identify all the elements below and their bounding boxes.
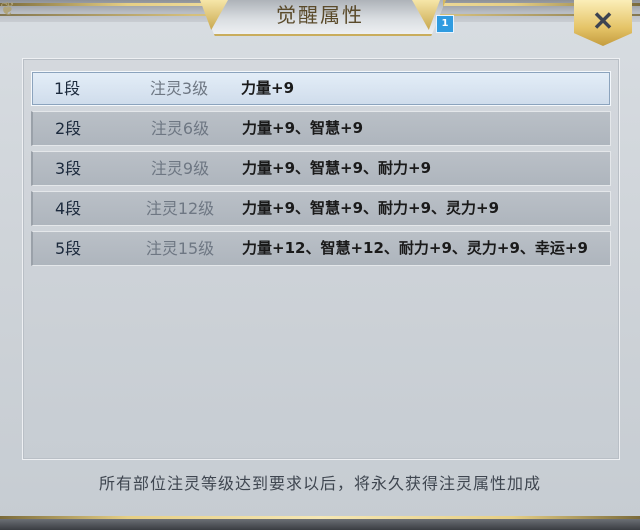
attribute-bonus: 力量+9、智慧+9 xyxy=(242,119,364,137)
infuse-level: 注灵3级 xyxy=(149,79,209,98)
stage-label: 4段 xyxy=(55,199,82,218)
awakening-attributes-window: ❦ 觉醒属性 1 ✕ 1段 注灵3级 力量+9 2段 注灵6级 力量+9、智慧+… xyxy=(0,0,640,530)
stage-label: 5段 xyxy=(55,239,82,258)
attribute-bonus: 力量+9 xyxy=(241,79,295,97)
swirl-ornament-icon: ❦ xyxy=(0,0,16,20)
table-row-stage-2[interactable]: 2段 注灵6级 力量+9、智慧+9 xyxy=(31,111,611,146)
stage-label: 1段 xyxy=(54,79,81,98)
attribute-bonus: 力量+9、智慧+9、耐力+9 xyxy=(242,159,432,177)
table-row-stage-4[interactable]: 4段 注灵12级 力量+9、智慧+9、耐力+9、灵力+9 xyxy=(31,191,611,226)
table-row-stage-5[interactable]: 5段 注灵15级 力量+12、智慧+12、耐力+9、灵力+9、幸运+9 xyxy=(31,231,611,266)
infuse-level: 注灵6级 xyxy=(150,119,210,138)
close-icon: ✕ xyxy=(592,6,614,36)
notification-badge: 1 xyxy=(436,15,454,33)
infuse-level: 注灵15级 xyxy=(145,239,215,258)
infuse-level: 注灵12级 xyxy=(145,199,215,218)
attribute-list-box: 1段 注灵3级 力量+9 2段 注灵6级 力量+9、智慧+9 3段 注灵9级 力… xyxy=(22,58,620,460)
table-row-stage-1[interactable]: 1段 注灵3级 力量+9 xyxy=(31,71,611,106)
bottom-frame xyxy=(0,519,640,530)
table-row-stage-3[interactable]: 3段 注灵9级 力量+9、智慧+9、耐力+9 xyxy=(31,151,611,186)
footer-hint: 所有部位注灵等级达到要求以后，将永久获得注灵属性加成 xyxy=(98,474,541,493)
close-button[interactable]: ✕ xyxy=(574,0,632,46)
attribute-bonus: 力量+12、智慧+12、耐力+9、灵力+9、幸运+9 xyxy=(242,239,588,257)
infuse-level: 注灵9级 xyxy=(150,159,210,178)
stage-label: 3段 xyxy=(55,159,82,178)
attribute-table: 1段 注灵3级 力量+9 2段 注灵6级 力量+9、智慧+9 3段 注灵9级 力… xyxy=(31,71,611,271)
window-title: 觉醒属性 xyxy=(276,3,364,27)
stage-label: 2段 xyxy=(55,119,82,138)
attribute-bonus: 力量+9、智慧+9、耐力+9、灵力+9 xyxy=(242,199,500,217)
